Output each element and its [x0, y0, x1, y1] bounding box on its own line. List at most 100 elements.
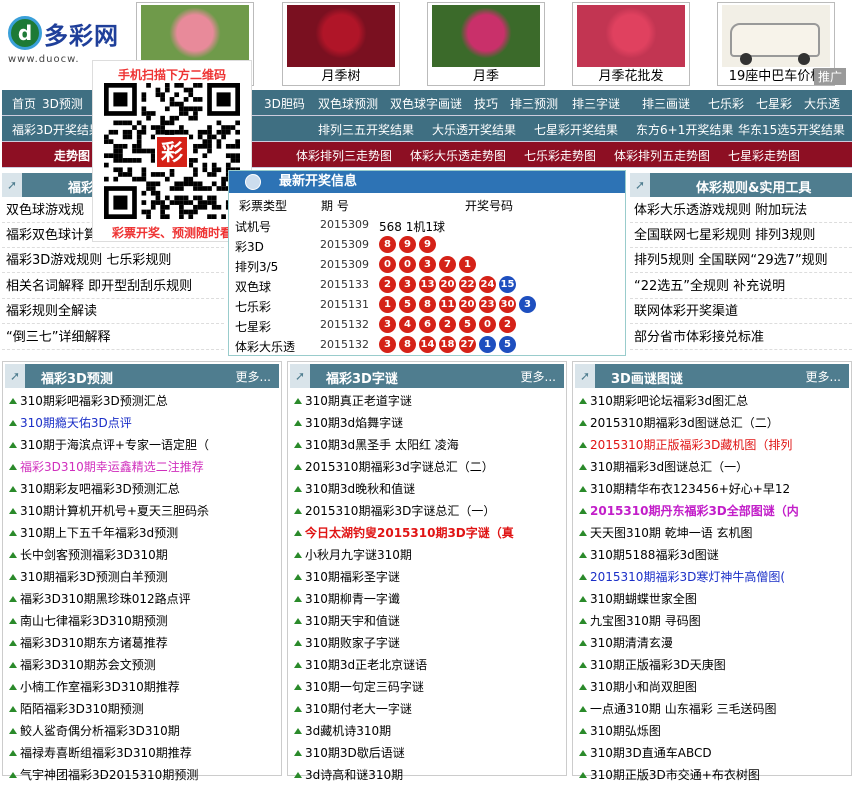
rules-link-3[interactable]: 排列5规则 全国联网“29选7”规则: [630, 248, 852, 273]
article-link[interactable]: 310期柳青一字谶: [294, 588, 400, 610]
left-panel-link-3[interactable]: 福彩3D游戏规则 七乐彩规则: [2, 248, 224, 273]
left-panel-link-5[interactable]: 福彩规则全解读: [2, 299, 224, 324]
more-link[interactable]: 更多...: [236, 368, 271, 385]
article-link[interactable]: 一点通310期 山东福彩 三毛送码图: [579, 698, 777, 720]
nav3-link-5[interactable]: 七乐彩走势图: [524, 147, 596, 164]
article-link[interactable]: 福彩3D310期苏会文预测: [9, 654, 156, 676]
left-panel-link-6[interactable]: “倒三七”详细解释: [2, 325, 224, 350]
article-link[interactable]: 福彩3D310期东方诸葛推荐: [9, 632, 168, 654]
photo-ad-3[interactable]: 月季: [427, 2, 545, 86]
article-link[interactable]: 310期清清玄漫: [579, 632, 673, 654]
lottery-name[interactable]: 彩3D: [235, 238, 264, 255]
lottery-name[interactable]: 七星彩: [235, 318, 271, 335]
article-link[interactable]: 310期小和尚双胆图: [579, 676, 697, 698]
article-link[interactable]: 310期正版福彩3D天庚图: [579, 654, 726, 676]
article-link[interactable]: 310期彩吧福彩3D预测汇总: [9, 390, 168, 412]
nav1-link-9[interactable]: 排三画谜: [642, 95, 690, 112]
article-link[interactable]: 2015310期福彩3D寒灯神牛高僧图(: [579, 566, 785, 588]
left-panel-link-4[interactable]: 相关名词解释 即开型刮刮乐规则: [2, 274, 224, 299]
nav1-link-8[interactable]: 排三字谜: [572, 95, 620, 112]
more-link[interactable]: 更多...: [521, 368, 556, 385]
article-link[interactable]: 长中剑客预测福彩3D310期: [9, 544, 168, 566]
nav2-link-6[interactable]: 东方6+1开奖结果: [636, 121, 733, 138]
article-link[interactable]: 310期精华布衣123456+好心+早12: [579, 478, 790, 500]
article-link[interactable]: 310期上下五千年福彩3d预测: [9, 522, 178, 544]
article-link[interactable]: 310期3d焰舞字谜: [294, 412, 403, 434]
article-link[interactable]: 310期一句定三码字谜: [294, 676, 424, 698]
article-link[interactable]: 310期瘾天佑3D点评: [9, 412, 132, 434]
article-link[interactable]: 310期计算机开机号+夏天三胆码杀: [9, 500, 209, 522]
nav1-link-7[interactable]: 排三预测: [510, 95, 558, 112]
rules-link-1[interactable]: 体彩大乐透游戏规则 附加玩法: [630, 198, 852, 223]
article-link[interactable]: 3d诗高和谜310期: [294, 764, 403, 786]
article-link[interactable]: 3d藏机诗310期: [294, 720, 391, 742]
rules-link-5[interactable]: 联网体彩开奖渠道: [630, 299, 852, 324]
article-link[interactable]: 310期弘烁图: [579, 720, 661, 742]
lottery-name[interactable]: 七乐彩: [235, 298, 271, 315]
lottery-name[interactable]: 体彩大乐透: [235, 338, 295, 355]
article-link[interactable]: 2015310期福彩3d图谜总汇（二）: [579, 412, 779, 434]
article-link[interactable]: 310期天宇和值谜: [294, 610, 400, 632]
article-link[interactable]: 310期3d黑圣手 太阳红 凌海: [294, 434, 459, 456]
article-link[interactable]: 310期3d晚秋和值谜: [294, 478, 415, 500]
nav3-link-3[interactable]: 体彩排列三走势图: [296, 147, 392, 164]
article-link[interactable]: 310期蝴蝶世家全图: [579, 588, 697, 610]
nav3-link-1[interactable]: 走势图: [54, 147, 90, 164]
article-link[interactable]: 福禄寿喜断组福彩3D310期推荐: [9, 742, 192, 764]
lottery-name[interactable]: 试机号: [235, 218, 271, 235]
article-link[interactable]: 310期彩吧论坛福彩3d图汇总: [579, 390, 748, 412]
rules-link-2[interactable]: 全国联网七星彩规则 排列3规则: [630, 223, 852, 248]
article-link[interactable]: 310期5188福彩3d图谜: [579, 544, 719, 566]
article-link[interactable]: 310期福彩圣字谜: [294, 566, 400, 588]
article-link[interactable]: 310期3d正老北京谜语: [294, 654, 427, 676]
article-link[interactable]: 310期福彩3D预测白羊预测: [9, 566, 168, 588]
article-link[interactable]: 310期3D直通车ABCD: [579, 742, 712, 764]
article-link[interactable]: 2015310期福彩3D字谜总汇（一）: [294, 500, 495, 522]
article-link[interactable]: 鲛人鲨奇偶分析福彩3D310期: [9, 720, 180, 742]
nav1-link-1[interactable]: 首页: [12, 95, 36, 112]
article-link[interactable]: 福彩3D310期幸运鑫精选二注推荐: [9, 456, 204, 478]
article-link[interactable]: 310期彩友吧福彩3D预测汇总: [9, 478, 180, 500]
article-link[interactable]: 陌陌福彩3D310期预测: [9, 698, 144, 720]
nav1-link-6[interactable]: 技巧: [474, 95, 498, 112]
nav2-link-4[interactable]: 大乐透开奖结果: [432, 121, 516, 138]
nav1-link-4[interactable]: 双色球预测: [318, 95, 378, 112]
article-link[interactable]: 南山七律福彩3D310期预测: [9, 610, 168, 632]
nav2-link-7[interactable]: 华东15选5开奖结果: [738, 121, 845, 138]
more-link[interactable]: 更多...: [806, 368, 841, 385]
lottery-name[interactable]: 双色球: [235, 278, 271, 295]
article-link[interactable]: 310期真正老道字谜: [294, 390, 412, 412]
article-link[interactable]: 小楠工作室福彩3D310期推荐: [9, 676, 180, 698]
article-link[interactable]: 天天图310期 乾坤一语 玄机图: [579, 522, 753, 544]
nav1-link-11[interactable]: 七星彩: [756, 95, 792, 112]
lottery-name[interactable]: 排列3/5: [235, 258, 278, 275]
article-link[interactable]: 2015310期正版福彩3D藏机图（排列: [579, 434, 792, 456]
rules-link-4[interactable]: “22选五”全规则 补充说明: [630, 274, 852, 299]
nav3-link-4[interactable]: 体彩大乐透走势图: [410, 147, 506, 164]
nav1-link-3[interactable]: 3D胆码: [264, 95, 305, 112]
nav3-link-7[interactable]: 七星彩走势图: [728, 147, 800, 164]
article-link[interactable]: 福彩3D310期黑珍珠012路点评: [9, 588, 191, 610]
nav2-link-5[interactable]: 七星彩开奖结果: [534, 121, 618, 138]
article-link[interactable]: 310期福彩3d图谜总汇（一）: [579, 456, 748, 478]
nav1-link-10[interactable]: 七乐彩: [708, 95, 744, 112]
article-link[interactable]: 310期于海滨点评+专家一语定胆（: [9, 434, 209, 456]
nav3-link-6[interactable]: 体彩排列五走势图: [614, 147, 710, 164]
nav1-link-2[interactable]: 3D预测: [42, 95, 83, 112]
photo-ad-4[interactable]: 月季花批发: [572, 2, 690, 86]
rules-link-6[interactable]: 部分省市体彩接兑标准: [630, 325, 852, 350]
article-link[interactable]: 九宝图310期 寻码图: [579, 610, 701, 632]
nav2-link-1[interactable]: 福彩3D开奖结果: [12, 121, 101, 138]
article-link[interactable]: 气宇神团福彩3D2015310期预测: [9, 764, 198, 786]
nav2-link-3[interactable]: 排列三五开奖结果: [318, 121, 414, 138]
article-link[interactable]: 310期正版3D市交通+布衣树图: [579, 764, 760, 786]
article-link[interactable]: 2015310期丹东福彩3D全部图谜（内: [579, 500, 799, 522]
article-link[interactable]: 310期付老大一字谜: [294, 698, 412, 720]
photo-ad-2[interactable]: 月季树: [282, 2, 400, 86]
article-link[interactable]: 310期3D歇后语谜: [294, 742, 405, 764]
article-link[interactable]: 2015310期福彩3d字谜总汇（二）: [294, 456, 494, 478]
article-link[interactable]: 今日太湖钓叟2015310期3D字谜（真: [294, 522, 514, 544]
nav1-link-12[interactable]: 大乐透: [804, 95, 840, 112]
article-link[interactable]: 小秋月九字谜310期: [294, 544, 412, 566]
article-link[interactable]: 310期败家子字谜: [294, 632, 400, 654]
